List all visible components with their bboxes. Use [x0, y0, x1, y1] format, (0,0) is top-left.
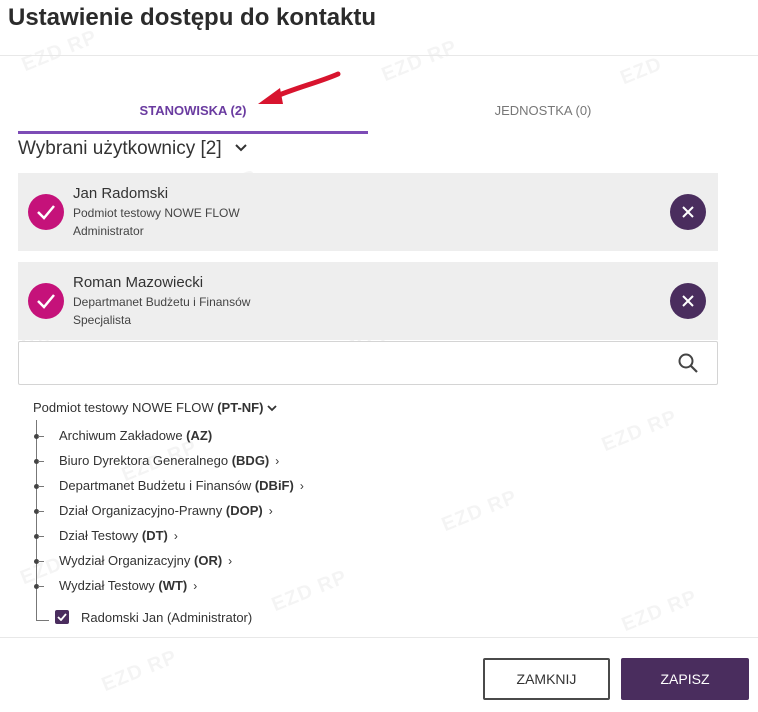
user-name: Roman Mazowiecki [73, 274, 204, 291]
tree-connector-line [36, 420, 37, 620]
title-divider [0, 55, 758, 56]
tree-item-name: Archiwum Zakładowe [59, 428, 183, 443]
chevron-right-icon[interactable]: › [228, 554, 232, 568]
selected-users-label: Wybrani użytkownicy [2] [18, 138, 222, 159]
close-icon [682, 206, 694, 218]
tree-item-code: (WT) [158, 578, 188, 593]
tab-bar: STANOWISKA (2) JEDNOSTKA (0) [18, 95, 718, 135]
dialog-title: Ustawienie dostępu do kontaktu [8, 4, 377, 31]
tree-item-name: Biuro Dyrektora Generalnego [59, 453, 229, 468]
tree-root[interactable]: Podmiot testowy NOWE FLOW (PT-NF) [33, 400, 277, 415]
chevron-down-icon [235, 139, 247, 155]
save-button[interactable]: ZAPISZ [621, 658, 749, 700]
tree-root-name: Podmiot testowy NOWE FLOW [33, 400, 214, 415]
tree-item-code: (BDG) [231, 453, 270, 468]
chevron-right-icon[interactable]: › [275, 454, 279, 468]
search-icon[interactable] [677, 352, 699, 379]
user-role: Specjalista [73, 313, 132, 327]
user-checkbox[interactable] [55, 610, 69, 624]
tree-root-code: (PT-NF) [217, 400, 264, 415]
tree-item-code: (OR) [194, 553, 223, 568]
tree-leaf-label: Radomski Jan (Administrator) [81, 610, 253, 625]
tree-item-name: Departmanet Budżetu i Finansów [59, 478, 252, 493]
footer-divider [0, 637, 758, 638]
check-circle-icon [28, 283, 64, 319]
tree-item-code: (DT) [141, 528, 168, 543]
chevron-down-icon [267, 400, 277, 415]
red-arrow-annotation [258, 71, 341, 104]
tree-item-code: (DBiF) [254, 478, 294, 493]
chevron-right-icon[interactable]: › [300, 479, 304, 493]
tree-item-name: Wydział Testowy [59, 578, 155, 593]
tab-jednostka[interactable]: JEDNOSTKA (0) [368, 95, 718, 131]
tree-item-code: (DOP) [225, 503, 263, 518]
close-button[interactable]: ZAMKNIJ [483, 658, 610, 700]
tree-item-name: Wydział Organizacyjny [59, 553, 191, 568]
chevron-right-icon[interactable]: › [193, 579, 197, 593]
tree-item-name: Dział Organizacyjno-Prawny [59, 503, 223, 518]
user-name: Jan Radomski [73, 185, 169, 202]
chevron-right-icon[interactable]: › [174, 529, 178, 543]
tree-item-name: Dział Testowy [59, 528, 139, 543]
remove-user-button[interactable] [670, 283, 706, 319]
tree-item-code: (AZ) [186, 428, 213, 443]
user-org: Podmiot testowy NOWE FLOW [73, 206, 240, 220]
remove-user-button[interactable] [670, 194, 706, 230]
chevron-right-icon[interactable]: › [269, 504, 273, 518]
selected-user-card: Jan Radomski Podmiot testowy NOWE FLOW A… [18, 173, 718, 251]
search-input[interactable] [19, 342, 679, 382]
selected-user-card: Roman Mazowiecki Departmanet Budżetu i F… [18, 262, 718, 340]
selected-users-toggle[interactable]: Wybrani użytkownicy [2] [18, 138, 247, 160]
check-circle-icon [28, 194, 64, 230]
close-icon [682, 295, 694, 307]
user-org: Departmanet Budżetu i Finansów [73, 295, 251, 309]
user-role: Administrator [73, 224, 144, 238]
search-box [18, 341, 718, 385]
